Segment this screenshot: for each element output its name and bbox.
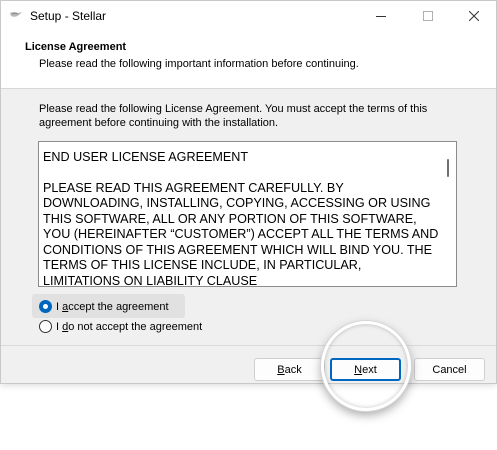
accept-label-rest: ccept the agreement bbox=[68, 300, 169, 313]
decline-label: I do not accept the agreement bbox=[56, 321, 202, 333]
scrollbar-thumb[interactable] bbox=[447, 159, 449, 177]
back-hotkey: B bbox=[277, 363, 285, 376]
footer-divider bbox=[1, 345, 496, 346]
license-text-area[interactable]: END USER LICENSE AGREEMENT PLEASE READ T… bbox=[38, 141, 457, 287]
page-header: License Agreement Please read the follow… bbox=[1, 31, 496, 89]
next-button[interactable]: Next bbox=[330, 358, 401, 381]
decline-agreement-option[interactable]: I do not accept the agreement bbox=[39, 320, 202, 333]
maximize-button bbox=[405, 1, 451, 31]
maximize-icon bbox=[423, 11, 433, 21]
next-hotkey: N bbox=[354, 363, 363, 376]
close-button[interactable] bbox=[451, 1, 497, 31]
page-subtitle: Please read the following important info… bbox=[39, 58, 359, 70]
accept-agreement-option[interactable]: I accept the agreement bbox=[39, 300, 169, 313]
decline-radio[interactable] bbox=[39, 320, 52, 333]
next-label-rest: ext bbox=[362, 363, 377, 376]
back-button[interactable]: Back bbox=[254, 358, 325, 381]
license-text: END USER LICENSE AGREEMENT PLEASE READ T… bbox=[43, 150, 439, 287]
window-title: Setup - Stellar bbox=[30, 9, 107, 23]
decline-label-rest: o not accept the agreement bbox=[68, 320, 203, 333]
page-title: License Agreement bbox=[25, 41, 127, 53]
license-scrollbar[interactable] bbox=[440, 142, 456, 286]
minimize-icon bbox=[376, 16, 386, 17]
accept-radio[interactable] bbox=[39, 300, 52, 313]
stellar-app-icon bbox=[9, 10, 23, 20]
close-icon bbox=[469, 11, 479, 21]
license-heading: END USER LICENSE AGREEMENT bbox=[43, 150, 249, 164]
license-intro-text: Please read the following License Agreem… bbox=[39, 103, 428, 129]
setup-window: Setup - Stellar License Agreement Please… bbox=[0, 0, 497, 384]
cancel-button[interactable]: Cancel bbox=[414, 358, 485, 381]
title-bar[interactable]: Setup - Stellar bbox=[1, 1, 496, 31]
accept-label: I accept the agreement bbox=[56, 301, 169, 313]
back-label-rest: ack bbox=[284, 363, 302, 376]
minimize-button[interactable] bbox=[358, 1, 404, 31]
license-body: PLEASE READ THIS AGREEMENT CAREFULLY. BY… bbox=[43, 180, 439, 287]
